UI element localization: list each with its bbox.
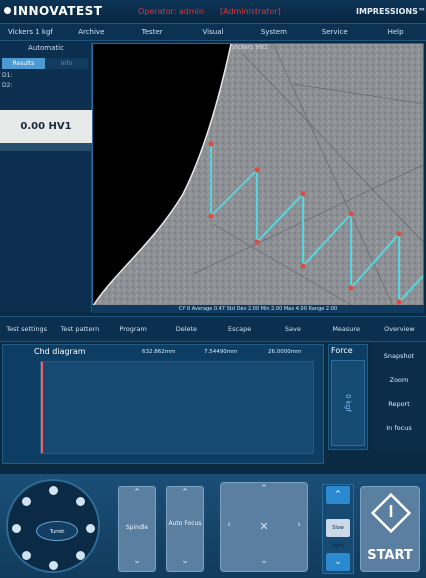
start-label[interactable]: START <box>360 548 420 563</box>
z-up-chevron-icon[interactable]: ⌃ <box>326 486 350 504</box>
hardness-subbar <box>0 143 92 151</box>
spindle-label: Spindle <box>125 524 149 531</box>
stage-right-chevron-icon[interactable]: › <box>292 520 306 530</box>
image-statistics: CY 0 Average 0.47 Std Dev 2.00 Min 2.00 … <box>92 305 424 313</box>
role-label: [Administrator] <box>220 7 281 16</box>
zoom-button[interactable]: Zoom <box>372 376 426 384</box>
menu-item-help[interactable]: Help <box>365 24 426 40</box>
specimen-image <box>93 44 423 312</box>
measure-button[interactable]: Measure <box>320 317 373 341</box>
diagram-value-2: 7.54490mm <box>204 349 238 355</box>
image-title: Vickers HV1 <box>232 44 268 51</box>
spindle-down-chevron-icon[interactable]: ⌄ <box>118 556 156 566</box>
force-value-container: 0 kgf <box>331 360 365 446</box>
program-button[interactable]: Program <box>107 317 160 341</box>
brand-logo: INNOVATEST <box>4 4 102 18</box>
snapshot-button[interactable]: Snapshot <box>372 352 426 360</box>
diagram-title: Chd diagram <box>34 347 86 356</box>
test-pattern-button[interactable]: Test pattern <box>53 317 106 341</box>
z-down-chevron-icon[interactable]: ⌄ <box>326 553 350 571</box>
turret-position-dot[interactable] <box>22 497 31 506</box>
save-button[interactable]: Save <box>266 317 319 341</box>
d1-label: D1: <box>2 72 13 79</box>
mode-label[interactable]: Automatic <box>0 44 92 52</box>
menu-bar: Vickers 1 kgf Archive Tester Visual Syst… <box>0 24 426 41</box>
turret-position-dot[interactable] <box>22 551 31 560</box>
stage-down-chevron-icon[interactable]: ⌄ <box>254 556 274 566</box>
stage-up-chevron-icon[interactable]: ⌃ <box>254 484 274 494</box>
focus-down-chevron-icon[interactable]: ⌄ <box>166 556 204 566</box>
microscope-image[interactable] <box>92 43 424 313</box>
spindle-up-chevron-icon[interactable]: ⌃ <box>118 488 156 498</box>
stage-left-chevron-icon[interactable]: ‹ <box>222 520 236 530</box>
menu-item-system[interactable]: System <box>243 24 304 40</box>
diagram-value-3: 26.0000mm <box>268 349 302 355</box>
diagram-plot-area <box>40 361 314 454</box>
turret-center-button[interactable]: Turret <box>36 521 78 541</box>
turret-position-dot[interactable] <box>86 524 95 533</box>
toggle-results[interactable]: Results <box>2 58 45 69</box>
force-value: 0 kgf <box>343 394 352 412</box>
turret-position-dot[interactable] <box>76 551 85 560</box>
d2-label: D2: <box>2 82 13 89</box>
escape-button[interactable]: Escape <box>213 317 266 341</box>
diagram-marker-line <box>41 362 43 453</box>
menu-item-tester[interactable]: Tester <box>122 24 183 40</box>
product-name: IMPRESSIONS™ <box>356 7 426 16</box>
menu-item-archive[interactable]: Archive <box>61 24 122 40</box>
start-diamond-icon <box>370 492 412 534</box>
turret-position-dot[interactable] <box>49 561 58 570</box>
toggle-info[interactable]: Info <box>45 58 88 69</box>
overview-button[interactable]: Overview <box>373 317 426 341</box>
brand-name: INNOVATEST <box>13 4 103 18</box>
speed-toggle[interactable]: Slow light <box>326 519 350 549</box>
logo-dot-icon <box>4 7 11 14</box>
focus-up-chevron-icon[interactable]: ⌃ <box>166 488 204 498</box>
in-focus-button[interactable]: In focus <box>372 424 426 432</box>
turret-position-dot[interactable] <box>76 497 85 506</box>
turret-position-dot[interactable] <box>49 486 58 495</box>
hardness-readout: 0.00 HV1 <box>0 110 92 143</box>
auto-focus-label[interactable]: Auto Focus <box>166 520 204 527</box>
force-label: Force <box>331 346 353 355</box>
action-toolbar: Test settings Test pattern Program Delet… <box>0 316 426 342</box>
delete-button[interactable]: Delete <box>160 317 213 341</box>
turret-position-dot[interactable] <box>12 524 21 533</box>
left-panel <box>0 42 92 312</box>
menu-item-visual[interactable]: Visual <box>183 24 244 40</box>
results-toggle: Results Info <box>2 58 88 69</box>
operator-label: Operator: admin <box>138 7 204 16</box>
menu-item-service[interactable]: Service <box>304 24 365 40</box>
menu-item-vickers[interactable]: Vickers 1 kgf <box>0 24 61 40</box>
test-settings-button[interactable]: Test settings <box>0 317 53 341</box>
report-button[interactable]: Report <box>372 400 426 408</box>
diagram-value-1: 632.862mm <box>142 349 176 355</box>
